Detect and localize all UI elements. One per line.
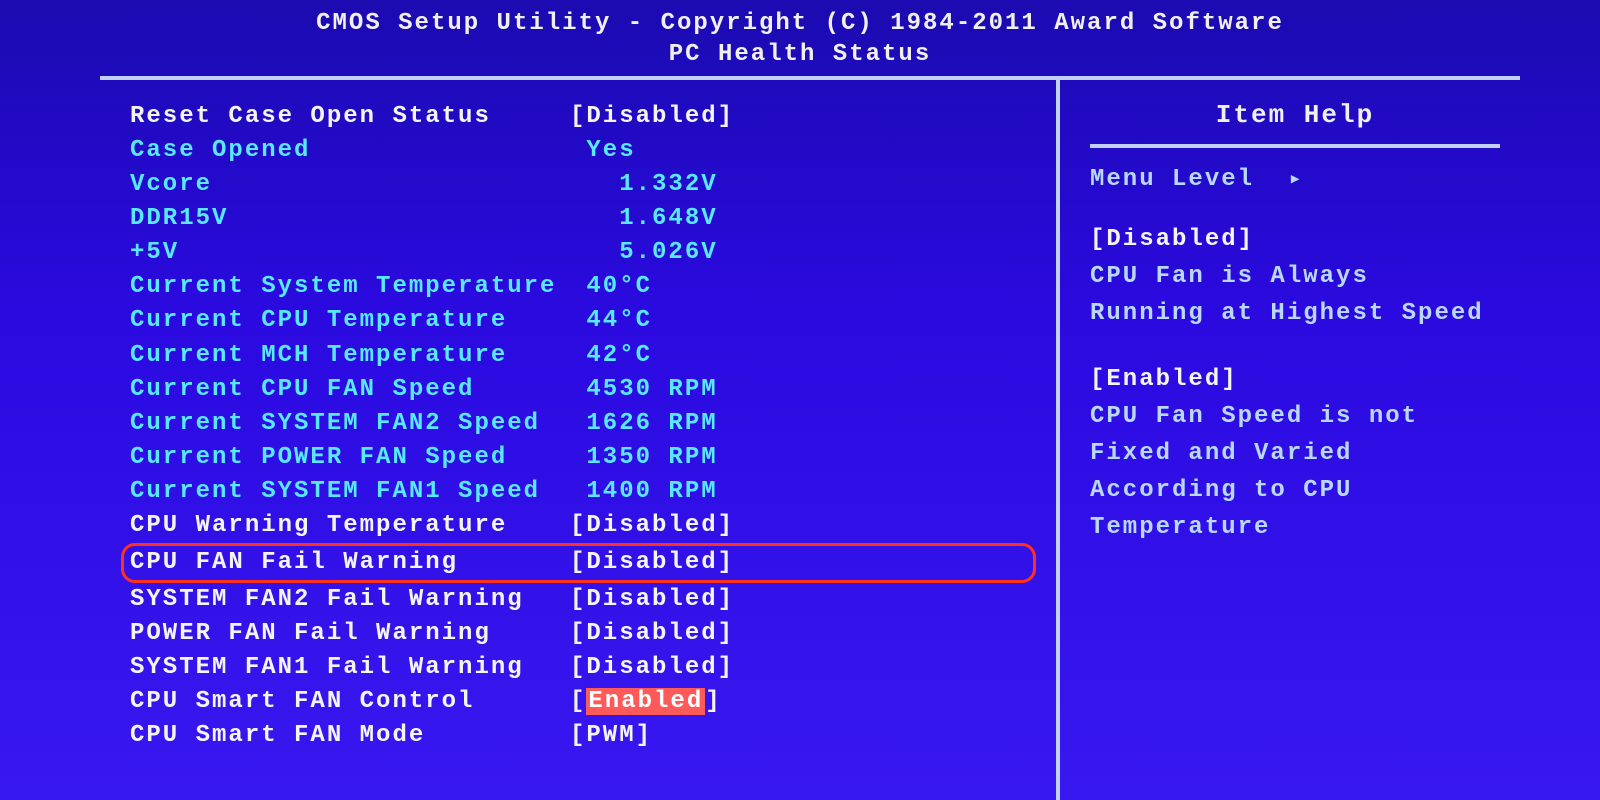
setting-row: Current System Temperature 40°C — [130, 270, 1036, 304]
setting-value-text: Disabled — [586, 586, 717, 613]
setting-row[interactable]: CPU FAN Fail Warning[Disabled] — [121, 543, 1036, 583]
help-panel: Item Help Menu Level ▸ [Disabled] CPU Fa… — [1060, 80, 1520, 800]
setting-row: +5V 5.026V — [130, 236, 1036, 270]
setting-label: Case Opened — [130, 134, 570, 168]
setting-value-text: 40°C — [586, 273, 652, 300]
setting-row[interactable]: CPU Warning Temperature[Disabled] — [130, 509, 1036, 543]
menu-level: Menu Level ▸ — [1090, 166, 1500, 193]
help-enabled-heading: [Enabled] — [1090, 361, 1500, 398]
help-enabled-text: CPU Fan Speed is not Fixed and Varied Ac… — [1090, 398, 1500, 547]
setting-value: 1350 RPM — [570, 441, 718, 475]
setting-value-text: Disabled — [586, 549, 717, 576]
setting-value[interactable]: [Disabled] — [570, 651, 734, 685]
setting-value: 5.026V — [570, 236, 718, 270]
setting-value: Yes — [570, 134, 636, 168]
setting-value: 40°C — [570, 270, 652, 304]
setting-row: DDR15V 1.648V — [130, 202, 1036, 236]
setting-value-text: Disabled — [586, 620, 717, 647]
spacer — [1090, 333, 1500, 361]
setting-value: 1400 RPM — [570, 475, 718, 509]
setting-value-text: 1350 RPM — [586, 444, 717, 471]
setting-row[interactable]: SYSTEM FAN1 Fail Warning[Disabled] — [130, 651, 1036, 685]
setting-label: Current System Temperature — [130, 270, 570, 304]
header-title: CMOS Setup Utility - Copyright (C) 1984-… — [0, 10, 1600, 37]
setting-value[interactable]: [Disabled] — [570, 546, 734, 580]
header-subtitle: PC Health Status — [0, 41, 1600, 68]
setting-value-text: PWM — [586, 722, 635, 749]
setting-value-text: Disabled — [586, 654, 717, 681]
setting-value-text: 1400 RPM — [586, 478, 717, 505]
setting-label: Reset Case Open Status — [130, 100, 570, 134]
setting-value[interactable]: [Enabled] — [570, 685, 722, 719]
setting-value-text: 1626 RPM — [586, 410, 717, 437]
settings-panel: Reset Case Open Status[Disabled]Case Ope… — [100, 80, 1060, 800]
setting-value[interactable]: [Disabled] — [570, 100, 734, 134]
setting-label: SYSTEM FAN1 Fail Warning — [130, 651, 570, 685]
setting-label: CPU Warning Temperature — [130, 509, 570, 543]
bios-screen: CMOS Setup Utility - Copyright (C) 1984-… — [0, 0, 1600, 800]
setting-row[interactable]: CPU Smart FAN Mode[PWM] — [130, 719, 1036, 753]
help-disabled-heading: [Disabled] — [1090, 221, 1500, 258]
setting-row: Current SYSTEM FAN2 Speed 1626 RPM — [130, 407, 1036, 441]
setting-value: 44°C — [570, 304, 652, 338]
setting-row: Current POWER FAN Speed 1350 RPM — [130, 441, 1036, 475]
setting-row: Current SYSTEM FAN1 Speed 1400 RPM — [130, 475, 1036, 509]
setting-value-text: Disabled — [586, 103, 717, 130]
setting-label: POWER FAN Fail Warning — [130, 617, 570, 651]
setting-row: Current MCH Temperature 42°C — [130, 339, 1036, 373]
setting-label: CPU Smart FAN Control — [130, 685, 570, 719]
setting-value-text: 1.332V — [619, 171, 717, 198]
help-disabled-text: CPU Fan is Always Running at Highest Spe… — [1090, 258, 1500, 332]
setting-value[interactable]: [Disabled] — [570, 509, 734, 543]
setting-label: DDR15V — [130, 202, 570, 236]
setting-label: CPU FAN Fail Warning — [130, 546, 570, 580]
setting-value[interactable]: [Disabled] — [570, 583, 734, 617]
chevron-right-icon: ▸ — [1288, 166, 1303, 192]
bios-body: Reset Case Open Status[Disabled]Case Ope… — [100, 76, 1520, 800]
setting-label: SYSTEM FAN2 Fail Warning — [130, 583, 570, 617]
setting-value: 1.332V — [570, 168, 718, 202]
setting-value-text: 1.648V — [619, 205, 717, 232]
setting-row: Vcore 1.332V — [130, 168, 1036, 202]
setting-value[interactable]: [PWM] — [570, 719, 652, 753]
setting-row[interactable]: POWER FAN Fail Warning[Disabled] — [130, 617, 1036, 651]
setting-value-text: Yes — [586, 137, 635, 164]
help-title: Item Help — [1090, 100, 1500, 148]
setting-label: Current CPU Temperature — [130, 304, 570, 338]
setting-row[interactable]: CPU Smart FAN Control[Enabled] — [130, 685, 1036, 719]
setting-value-text: 5.026V — [619, 239, 717, 266]
setting-value: 42°C — [570, 339, 652, 373]
setting-label: Current SYSTEM FAN1 Speed — [130, 475, 570, 509]
setting-row: Current CPU FAN Speed 4530 RPM — [130, 373, 1036, 407]
setting-label: Current POWER FAN Speed — [130, 441, 570, 475]
setting-value: 1626 RPM — [570, 407, 718, 441]
setting-row[interactable]: SYSTEM FAN2 Fail Warning[Disabled] — [130, 583, 1036, 617]
setting-value-text: Enabled — [586, 688, 705, 715]
setting-value: 4530 RPM — [570, 373, 718, 407]
bios-header: CMOS Setup Utility - Copyright (C) 1984-… — [0, 0, 1600, 76]
setting-label: Current MCH Temperature — [130, 339, 570, 373]
setting-value: 1.648V — [570, 202, 718, 236]
setting-label: +5V — [130, 236, 570, 270]
setting-label: Current SYSTEM FAN2 Speed — [130, 407, 570, 441]
setting-label: CPU Smart FAN Mode — [130, 719, 570, 753]
setting-row: Case Opened Yes — [130, 134, 1036, 168]
setting-label: Current CPU FAN Speed — [130, 373, 570, 407]
setting-value-text: 44°C — [586, 307, 652, 334]
setting-row: Current CPU Temperature 44°C — [130, 304, 1036, 338]
setting-value-text: 42°C — [586, 342, 652, 369]
menu-level-label: Menu Level — [1090, 166, 1254, 193]
setting-label: Vcore — [130, 168, 570, 202]
setting-value[interactable]: [Disabled] — [570, 617, 734, 651]
setting-value-text: 4530 RPM — [586, 376, 717, 403]
setting-row[interactable]: Reset Case Open Status[Disabled] — [130, 100, 1036, 134]
setting-value-text: Disabled — [586, 512, 717, 539]
